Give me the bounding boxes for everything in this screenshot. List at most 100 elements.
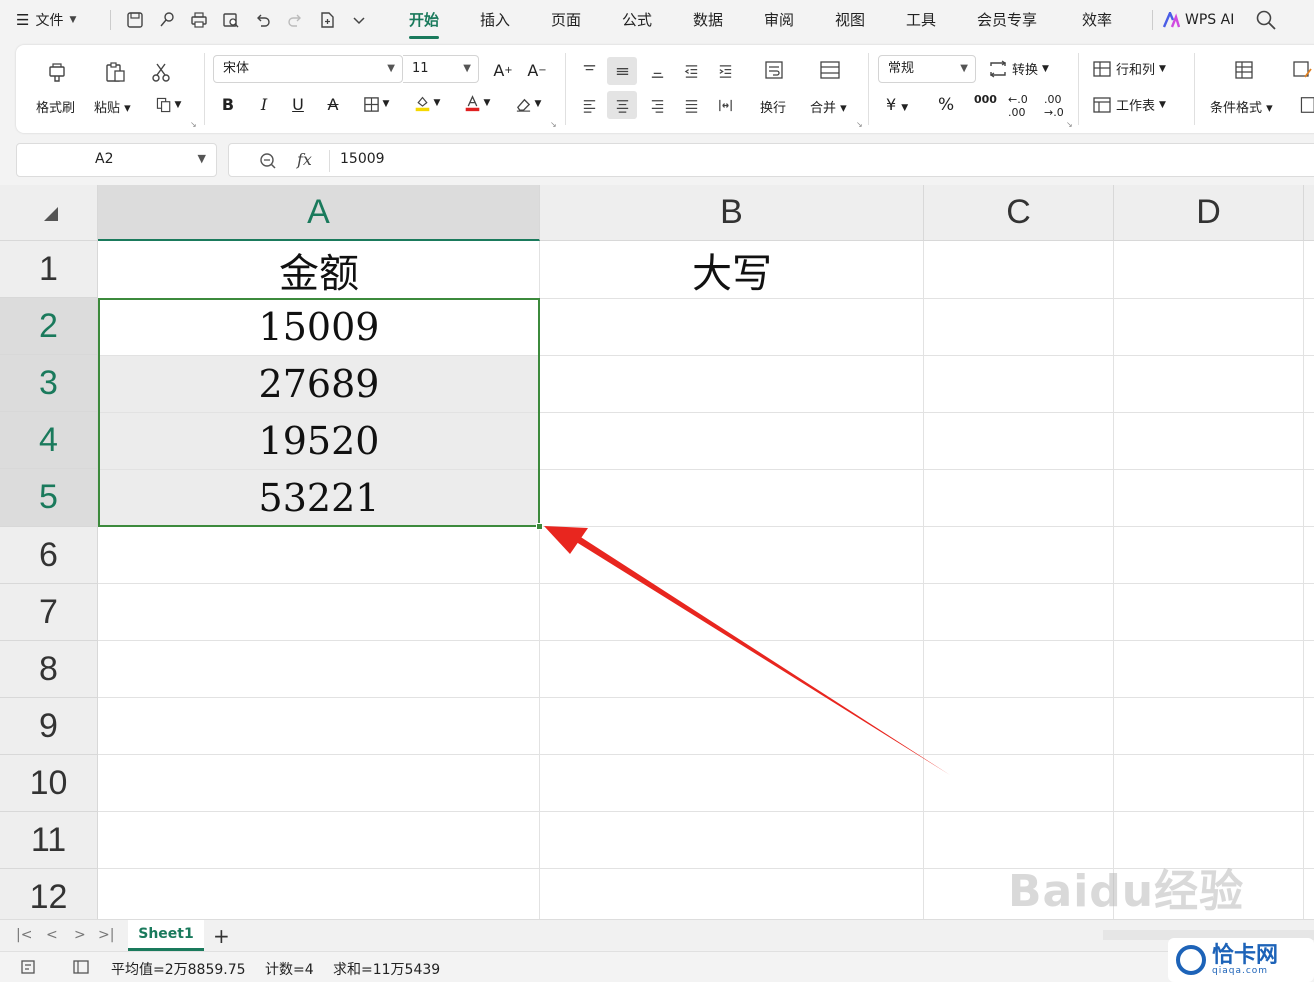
add-sheet-button[interactable]: +	[213, 924, 230, 948]
row-header-12[interactable]: 12	[0, 869, 98, 919]
macro-icon[interactable]	[20, 959, 38, 975]
link-icon[interactable]	[155, 8, 179, 32]
font-color-icon[interactable]: ▼	[456, 89, 498, 117]
increase-indent-icon[interactable]	[711, 57, 739, 85]
convert-button[interactable]: 转换 ▼	[988, 59, 1049, 78]
print-preview-icon[interactable]	[219, 8, 243, 32]
search-icon[interactable]	[1255, 9, 1277, 31]
expand-corner-icon[interactable]: ↘	[1066, 120, 1073, 129]
row-header-5[interactable]: 5	[0, 469, 98, 527]
column-header-partial[interactable]	[1304, 185, 1314, 241]
distributed-align-icon[interactable]	[711, 91, 739, 119]
last-sheet-icon[interactable]: >|	[98, 927, 114, 943]
paste-icon[interactable]	[100, 57, 130, 87]
cell-style-icon[interactable]	[1290, 55, 1314, 85]
new-document-icon[interactable]	[315, 8, 339, 32]
column-header-a[interactable]: A	[98, 185, 540, 241]
redo-icon[interactable]	[283, 8, 307, 32]
italic-button[interactable]: I	[252, 91, 276, 117]
underline-button[interactable]: U	[286, 91, 310, 117]
sheet-tab-sheet1[interactable]: Sheet1	[128, 920, 204, 951]
worksheet-button[interactable]: 工作表 ▼	[1092, 95, 1166, 114]
strikethrough-icon[interactable]: A	[321, 91, 345, 117]
wps-ai-button[interactable]: WPS AI	[1162, 9, 1234, 31]
undo-icon[interactable]	[251, 8, 275, 32]
cell-icon[interactable]	[1296, 91, 1314, 119]
wrap-text-icon[interactable]	[759, 55, 789, 85]
font-name-select[interactable]: 宋体 ▼	[213, 55, 403, 83]
column-header-d[interactable]: D	[1114, 185, 1304, 241]
borders-icon[interactable]: ▼	[356, 91, 396, 117]
tab-view[interactable]: 视图	[835, 9, 865, 31]
select-all-button[interactable]	[0, 185, 98, 241]
increase-decimal-icon[interactable]: ←.0.00	[1008, 93, 1028, 119]
tab-member[interactable]: 会员专享	[977, 9, 1037, 31]
zoom-icon[interactable]	[259, 152, 277, 170]
more-chevron-icon[interactable]	[347, 8, 371, 32]
decrease-indent-icon[interactable]	[677, 57, 705, 85]
clear-format-icon[interactable]: ▼	[508, 91, 548, 117]
align-top-icon[interactable]	[575, 57, 603, 85]
prev-sheet-icon[interactable]: <	[46, 927, 58, 943]
fill-color-icon[interactable]: ▼	[406, 89, 448, 117]
row-header-11[interactable]: 11	[0, 812, 98, 869]
align-center-icon[interactable]	[607, 91, 637, 119]
bold-button[interactable]: B	[216, 91, 240, 117]
increase-font-icon[interactable]: A +	[490, 57, 516, 83]
row-header-4[interactable]: 4	[0, 412, 98, 469]
paste-label[interactable]: 粘贴 ▾	[94, 97, 131, 116]
tab-home[interactable]: 开始	[409, 9, 440, 39]
tab-review[interactable]: 审阅	[764, 9, 794, 31]
row-header-3[interactable]: 3	[0, 355, 98, 412]
merge-cells-icon[interactable]	[814, 55, 846, 85]
align-bottom-icon[interactable]	[643, 57, 671, 85]
justify-icon[interactable]	[677, 91, 705, 119]
column-header-b[interactable]: B	[540, 185, 924, 241]
currency-button[interactable]: ¥ ▼	[886, 95, 908, 114]
file-menu[interactable]: ☰ 文件 ▼	[16, 9, 76, 31]
tab-page[interactable]: 页面	[551, 9, 581, 31]
row-header-9[interactable]: 9	[0, 698, 98, 755]
align-middle-icon[interactable]	[607, 57, 637, 85]
font-size-select[interactable]: 11 ▼	[403, 55, 479, 83]
tab-formulas[interactable]: 公式	[622, 9, 652, 31]
tab-efficiency[interactable]: 效率	[1082, 9, 1112, 31]
conditional-format-label[interactable]: 条件格式 ▾	[1210, 97, 1273, 116]
wrap-text-label[interactable]: 换行	[760, 97, 786, 116]
row-header-10[interactable]: 10	[0, 755, 98, 812]
percent-button[interactable]: %	[938, 95, 954, 115]
tab-data[interactable]: 数据	[693, 9, 723, 31]
name-box[interactable]: A2 ▼	[16, 143, 217, 177]
cut-icon[interactable]	[146, 57, 176, 87]
decrease-decimal-icon[interactable]: .00 →.0	[1044, 93, 1064, 119]
format-painter-icon[interactable]	[42, 57, 72, 87]
copy-icon[interactable]: ▼	[148, 92, 188, 118]
format-painter-label[interactable]: 格式刷	[36, 97, 75, 116]
row-header-1[interactable]: 1	[0, 241, 98, 298]
print-icon[interactable]	[187, 8, 211, 32]
tab-tools[interactable]: 工具	[906, 9, 936, 31]
thousands-separator-icon[interactable]: 000	[974, 93, 997, 106]
tab-insert[interactable]: 插入	[480, 9, 510, 31]
column-header-c[interactable]: C	[924, 185, 1114, 241]
merge-label[interactable]: 合并 ▾	[810, 97, 847, 116]
align-right-icon[interactable]	[643, 91, 671, 119]
expand-corner-icon[interactable]: ↘	[190, 120, 197, 129]
insert-function-button[interactable]: fx	[297, 150, 312, 169]
save-icon[interactable]	[123, 8, 147, 32]
first-sheet-icon[interactable]: |<	[16, 927, 32, 943]
row-header-7[interactable]: 7	[0, 584, 98, 641]
row-header-2[interactable]: 2	[0, 298, 98, 355]
row-header-8[interactable]: 8	[0, 641, 98, 698]
next-sheet-icon[interactable]: >	[74, 927, 86, 943]
expand-corner-icon[interactable]: ↘	[550, 120, 557, 129]
cell-b1[interactable]: 大写	[540, 241, 924, 298]
formula-input[interactable]: 15009	[340, 151, 385, 167]
align-left-icon[interactable]	[575, 91, 603, 119]
page-view-icon[interactable]	[72, 959, 90, 975]
number-format-select[interactable]: 常规 ▼	[878, 55, 976, 83]
cell-a1[interactable]: 金额	[98, 241, 540, 298]
conditional-format-icon[interactable]	[1228, 55, 1260, 85]
expand-corner-icon[interactable]: ↘	[856, 120, 863, 129]
row-header-6[interactable]: 6	[0, 527, 98, 584]
